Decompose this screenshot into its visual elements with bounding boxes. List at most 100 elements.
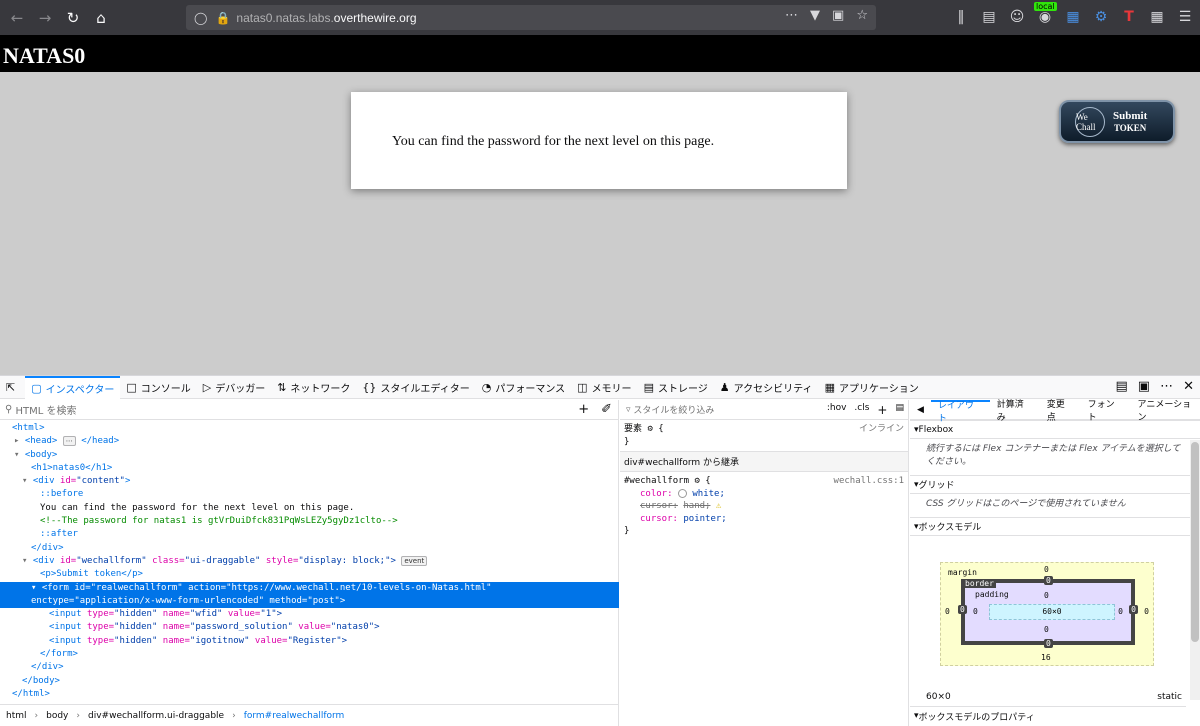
tree-node[interactable]: </div>: [0, 661, 618, 674]
border-left[interactable]: 0: [958, 605, 967, 614]
tab-performance[interactable]: ◔ パフォーマンス: [476, 376, 571, 399]
sidebar-icon[interactable]: ▤: [980, 7, 998, 27]
border-bottom[interactable]: 0: [1044, 639, 1053, 648]
event-badge[interactable]: event: [401, 555, 428, 566]
library-icon[interactable]: ‖: [952, 7, 970, 27]
add-rule-icon[interactable]: +: [877, 403, 887, 417]
sidebar-toggle-icon[interactable]: ◀: [910, 400, 931, 420]
tree-node[interactable]: <!--The password for natas1 is gtVrDuiDf…: [0, 515, 618, 528]
tab-fonts[interactable]: フォント: [1081, 400, 1131, 423]
padding-bottom[interactable]: 0: [1044, 625, 1049, 634]
tab-storage[interactable]: ▤ ストレージ: [638, 376, 714, 399]
tab-computed[interactable]: 計算済み: [990, 400, 1040, 423]
dock-icon[interactable]: ▣: [1138, 379, 1150, 394]
tab-memory[interactable]: ◫ メモリー: [571, 376, 637, 399]
tab-console[interactable]: □ コンソール: [120, 376, 196, 399]
extension-t-icon[interactable]: T: [1120, 7, 1138, 27]
warning-icon[interactable]: ⚠: [716, 501, 721, 511]
tree-node[interactable]: ::before: [0, 488, 618, 501]
tree-node-selected[interactable]: ▾ <form id="realwechallform" action="htt…: [0, 581, 619, 609]
wechall-submit-button[interactable]: We Chall Submit TOKEN: [1059, 100, 1175, 143]
tree-node[interactable]: </form>: [0, 648, 618, 661]
margin-top[interactable]: 0: [1044, 565, 1049, 574]
tree-node[interactable]: <input type="hidden" name="igotitnow" va…: [0, 635, 618, 648]
insecure-lock-icon[interactable]: 🔒: [215, 11, 230, 25]
grid-section-header[interactable]: ▾ グリッド: [910, 475, 1200, 494]
color-swatch[interactable]: [677, 488, 687, 498]
extensions-menu-icon[interactable]: ▦: [1148, 7, 1166, 27]
margin-right[interactable]: 0: [1144, 607, 1149, 616]
tree-node[interactable]: </div>: [0, 542, 618, 555]
back-button[interactable]: ←: [6, 7, 28, 29]
tree-node[interactable]: ▾ <div id="content">: [0, 475, 618, 488]
tree-node[interactable]: <input type="hidden" name="wfid" value="…: [0, 608, 618, 621]
shield-icon[interactable]: ◯: [194, 11, 207, 25]
tree-node[interactable]: <h1>natas0</h1>: [0, 462, 618, 475]
boxmodel-props-header[interactable]: ▾ ボックスモデルのプロパティ: [910, 706, 1186, 725]
tree-node[interactable]: </body>: [0, 675, 618, 688]
url-bar[interactable]: ◯ 🔒 natas0.natas.labs.overthewire.org ⋯ …: [186, 5, 876, 30]
tree-node[interactable]: </html>: [0, 688, 618, 701]
tree-node[interactable]: ▾ <body>: [0, 449, 618, 462]
tab-style-editor[interactable]: {} スタイルエディター: [356, 376, 475, 399]
breadcrumb-item[interactable]: body: [46, 711, 68, 721]
margin-label: margin: [948, 568, 977, 577]
breadcrumb-item-selected[interactable]: form#realwechallform: [244, 711, 345, 721]
tab-accessibility[interactable]: ♟ アクセシビリティ: [714, 376, 819, 399]
tab-layout[interactable]: レイアウト: [930, 399, 990, 424]
extension-js-icon[interactable]: ⚙: [1092, 7, 1110, 27]
padding-right[interactable]: 0: [1118, 607, 1123, 616]
gear-icon[interactable]: ⚙: [647, 424, 652, 434]
margin-bottom[interactable]: 16: [1041, 653, 1051, 662]
home-button[interactable]: ⌂: [90, 7, 112, 29]
tab-network[interactable]: ⇅ ネットワーク: [271, 376, 356, 399]
tree-node[interactable]: <input type="hidden" name="password_solu…: [0, 621, 618, 634]
account-icon[interactable]: ☺: [1008, 7, 1026, 27]
tab-inspector[interactable]: ▢ インスペクター: [25, 375, 121, 399]
split-console-icon[interactable]: ▤: [1116, 379, 1128, 394]
cls-toggle[interactable]: .cls: [854, 403, 869, 417]
border-right[interactable]: 0: [1129, 605, 1138, 614]
tree-node[interactable]: ▾ <div id="wechallform" class="ui-dragga…: [0, 555, 618, 568]
tree-node[interactable]: <p>Submit token</p>: [0, 568, 618, 581]
tree-node[interactable]: ::after: [0, 528, 618, 541]
tab-debugger[interactable]: ▷ デバッガー: [197, 376, 271, 399]
forward-button[interactable]: →: [34, 7, 56, 29]
border-top[interactable]: 0: [1044, 576, 1053, 585]
tab-changes[interactable]: 変更点: [1040, 400, 1081, 423]
extension-translate-icon[interactable]: ▦: [1064, 7, 1082, 27]
padding-left[interactable]: 0: [973, 607, 978, 616]
style-editor-icon: {}: [362, 380, 377, 394]
padding-top[interactable]: 0: [1044, 591, 1049, 600]
bookmark-star-icon[interactable]: ☆: [856, 8, 868, 23]
html-search-input[interactable]: HTML を検索: [16, 402, 77, 417]
reload-button[interactable]: ↻: [62, 7, 84, 29]
gear-icon[interactable]: ⚙: [694, 476, 699, 486]
content-size[interactable]: 60×0: [989, 604, 1115, 620]
extension-local-icon[interactable]: local ◉: [1034, 2, 1057, 27]
add-node-icon[interactable]: +: [578, 402, 589, 417]
print-simulation-icon[interactable]: ▤: [895, 403, 904, 417]
url-text[interactable]: natas0.natas.labs.overthewire.org: [236, 11, 416, 25]
tree-node[interactable]: <html>: [0, 422, 618, 435]
eyedropper-icon[interactable]: ✐: [601, 402, 612, 417]
devtools-menu-icon[interactable]: ⋯: [1160, 379, 1173, 394]
pocket-icon[interactable]: ▼: [810, 8, 820, 23]
hamburger-menu-icon[interactable]: ☰: [1176, 7, 1194, 27]
element-picker-button[interactable]: ⇱: [0, 376, 25, 399]
rules-filter-input[interactable]: スタイルを絞り込み: [633, 403, 714, 416]
breadcrumb-item[interactable]: html: [6, 711, 27, 721]
close-devtools-icon[interactable]: ✕: [1183, 379, 1194, 394]
tree-node[interactable]: You can find the password for the next l…: [0, 502, 618, 515]
tab-animations[interactable]: アニメーション: [1131, 400, 1200, 423]
page-actions-icon[interactable]: ⋯: [785, 8, 798, 23]
margin-left[interactable]: 0: [945, 607, 950, 616]
translate-icon[interactable]: ▣: [832, 8, 844, 23]
tab-application[interactable]: ▦ アプリケーション: [819, 376, 925, 399]
breadcrumb-item[interactable]: div#wechallform.ui-draggable: [88, 711, 224, 721]
boxmodel-section-header[interactable]: ▾ ボックスモデル: [910, 517, 1200, 536]
tree-node[interactable]: ▸ <head> ⋯ </head>: [0, 435, 618, 448]
rule-source-link[interactable]: wechall.css:1: [834, 475, 904, 488]
layout-scrollbar[interactable]: [1190, 440, 1200, 700]
hov-toggle[interactable]: :hov: [827, 403, 847, 417]
